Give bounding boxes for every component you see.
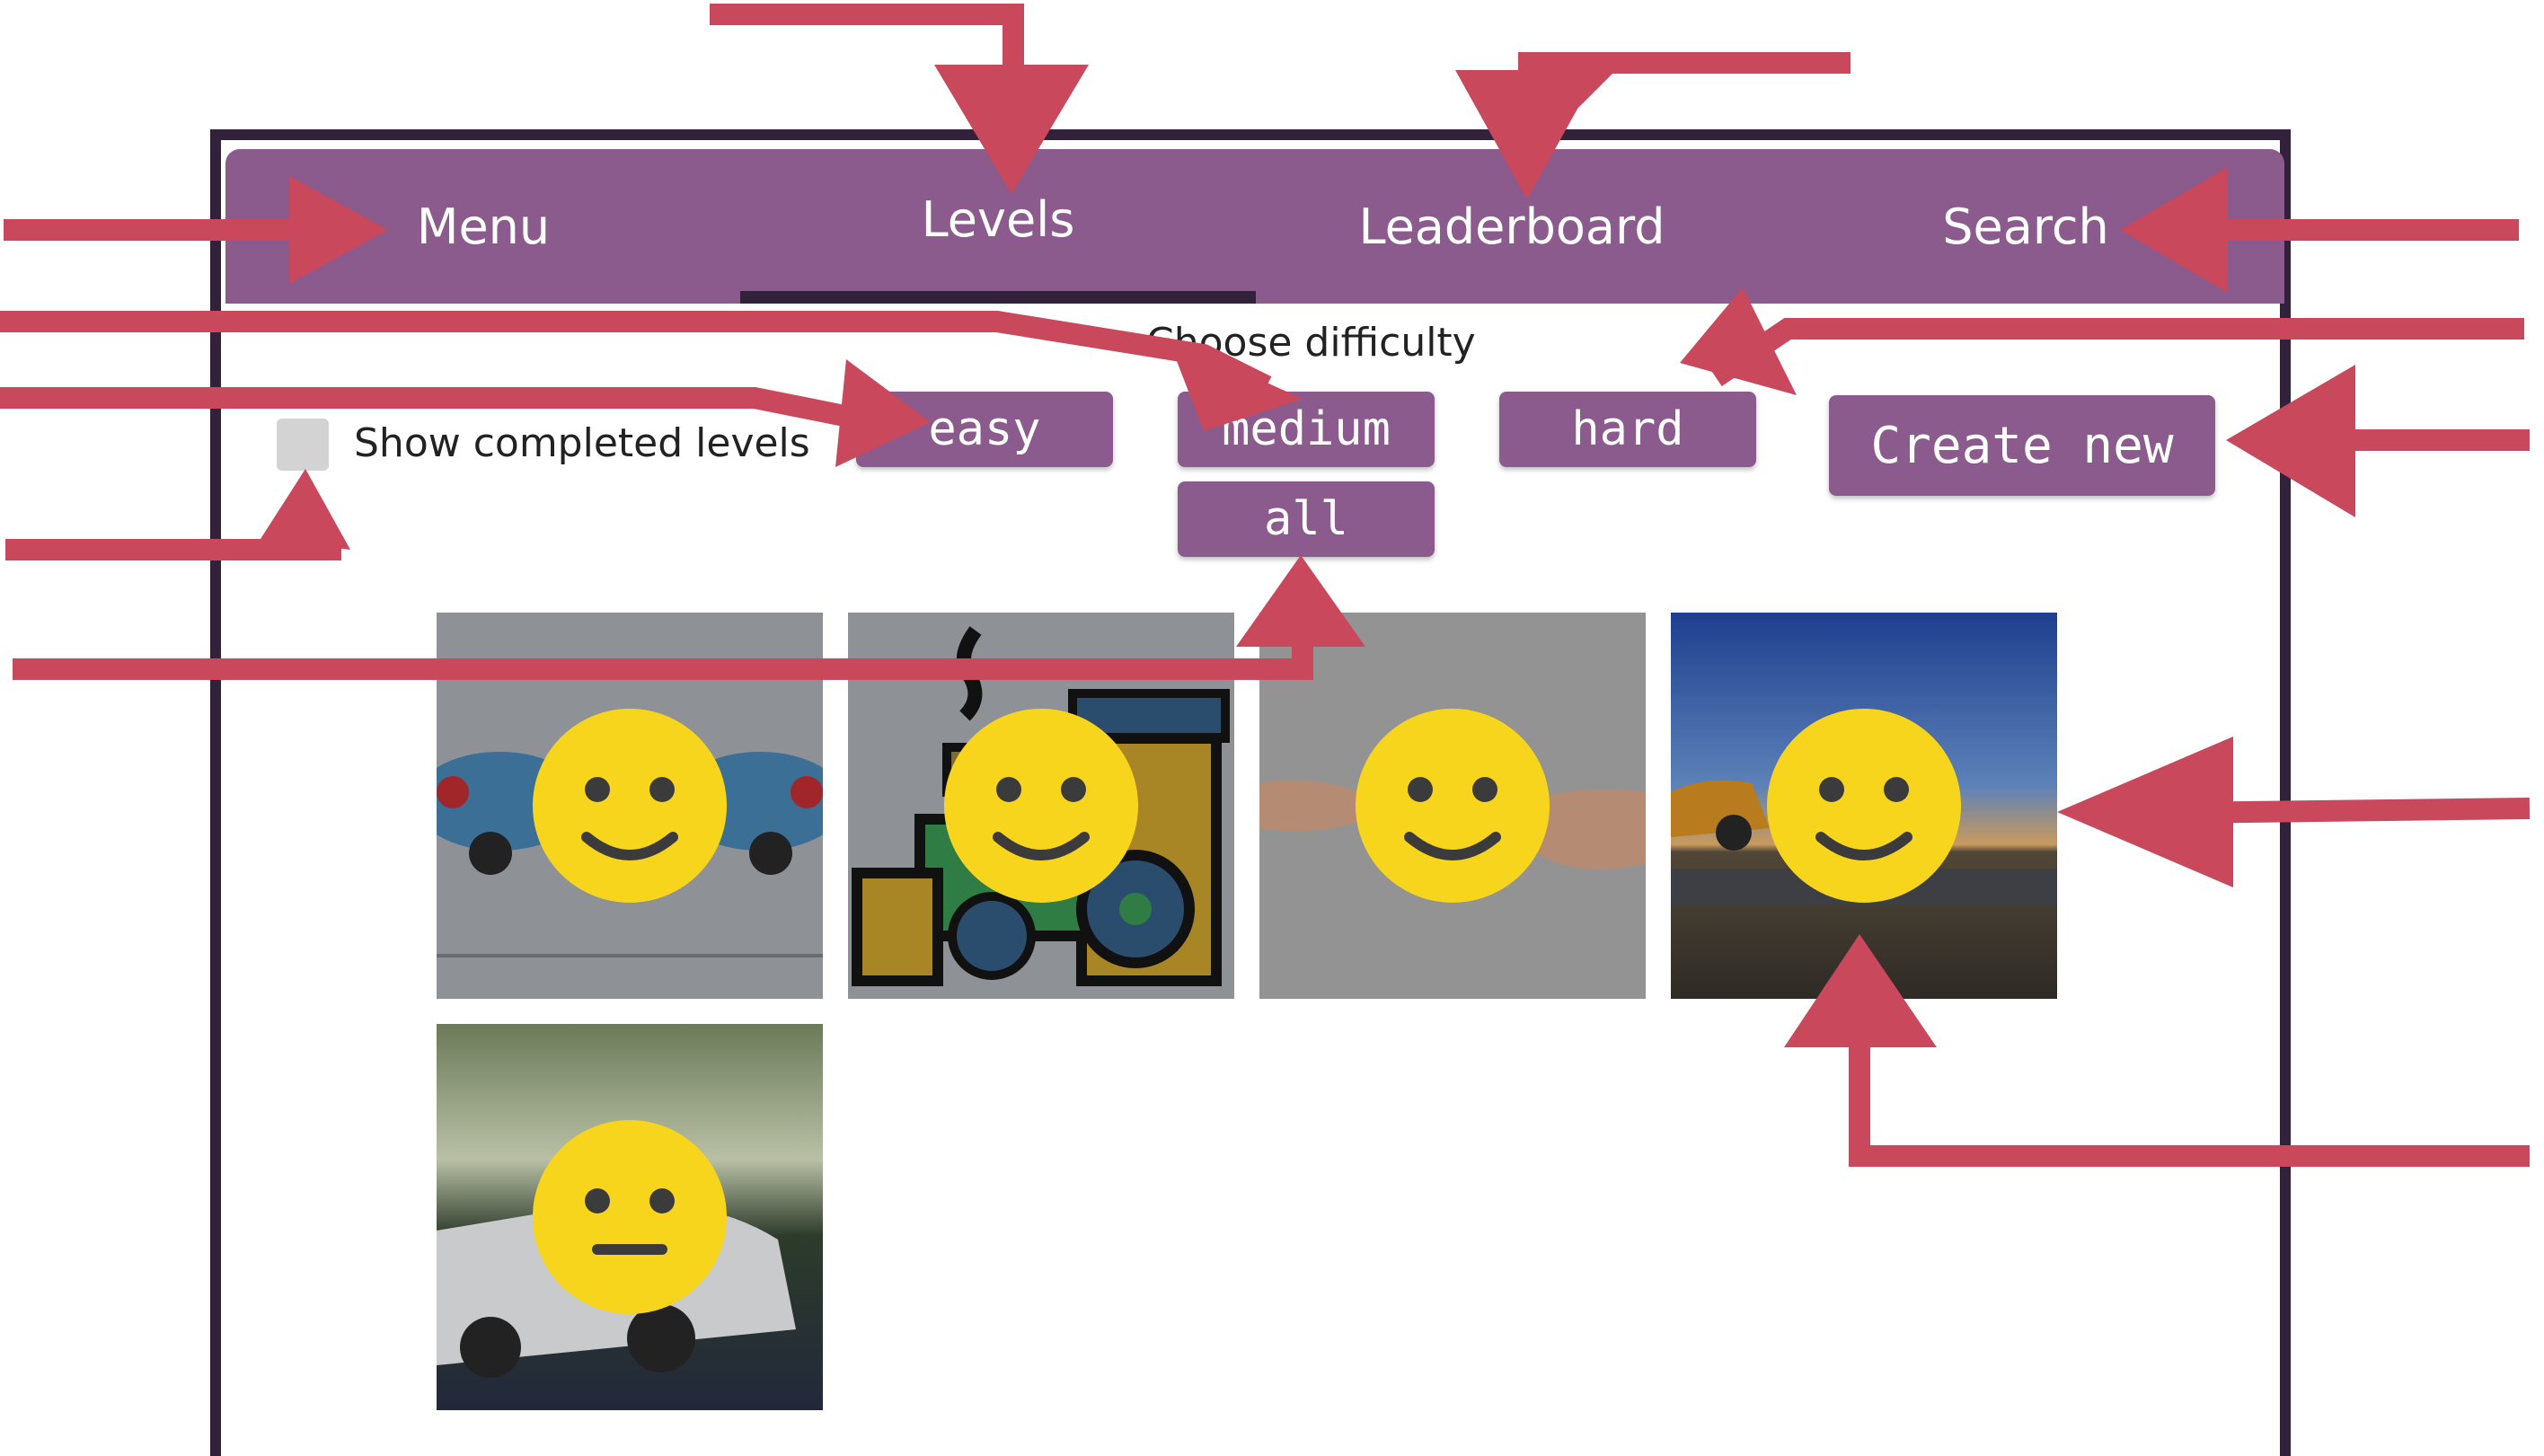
annotation-arrows — [0, 4, 2531, 1167]
